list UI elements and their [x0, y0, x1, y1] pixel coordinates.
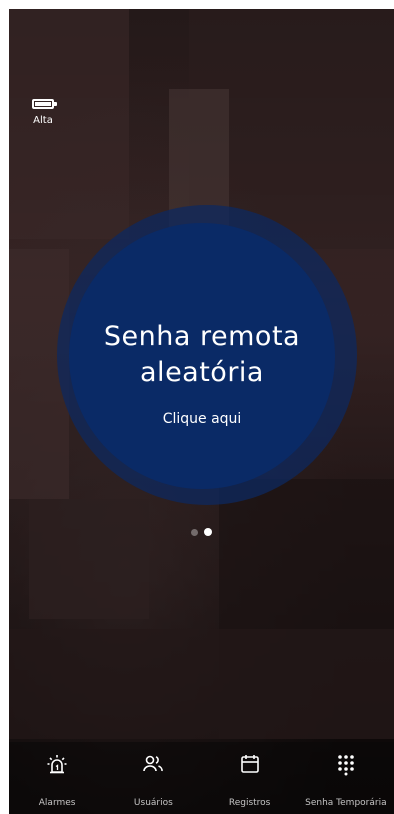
battery-status: Alta: [32, 99, 57, 126]
nav-label: Alarmes: [38, 798, 76, 808]
battery-icon: [32, 99, 57, 109]
page-dot[interactable]: [191, 528, 198, 536]
hero-title: Senha remota aleatória: [103, 321, 301, 388]
page-dot-active[interactable]: [204, 528, 212, 536]
alarm-icon: [45, 752, 69, 776]
calendar-icon: [238, 752, 262, 776]
nav-label: Senha Temporária: [305, 798, 387, 808]
keypad-icon: [334, 752, 358, 776]
hero-cta: Clique aqui: [162, 411, 242, 427]
nav-item-registros[interactable]: Registros: [202, 742, 298, 814]
nav-label: Registros: [228, 798, 271, 808]
nav-item-alarmes[interactable]: Alarmes: [9, 742, 105, 814]
nav-label: Usuários: [133, 798, 173, 808]
nav-item-usuarios[interactable]: Usuários: [105, 742, 201, 814]
bottom-navigation: Alarmes Usuários Registros Senha Temporá…: [9, 742, 394, 814]
lock-home-screen: Alta Senha remota aleatória Clique aqui: [9, 9, 394, 814]
users-icon: [141, 752, 165, 776]
remote-password-button[interactable]: Senha remota aleatória Clique aqui: [69, 223, 335, 489]
nav-item-senha-temporaria[interactable]: Senha Temporária: [298, 742, 394, 814]
page-indicator: [191, 528, 212, 536]
battery-label: Alta: [33, 115, 53, 126]
